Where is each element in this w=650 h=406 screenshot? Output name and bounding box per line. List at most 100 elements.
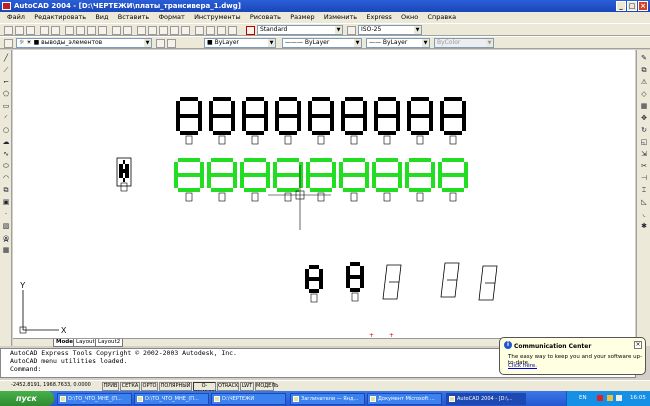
spline-icon[interactable]: ∿	[2, 150, 10, 158]
mirror-icon[interactable]: ⚠	[640, 78, 648, 86]
extend-icon[interactable]: ⊣	[640, 174, 648, 182]
lineweight-select[interactable]: —— ByLayer ▼	[366, 38, 430, 48]
new-icon[interactable]	[4, 26, 13, 35]
array-icon[interactable]: ▦	[640, 102, 648, 110]
rotate-icon[interactable]: ↻	[640, 126, 648, 134]
taskbar-item[interactable]: D:\ТО_ЧТО_МНЕ_(П...	[134, 393, 209, 405]
menu-format[interactable]: Формат	[158, 12, 184, 23]
layer-select[interactable]: ☼ ☀ ■ выводы_элементов ▼	[16, 38, 152, 48]
menu-help[interactable]: Справка	[428, 12, 457, 23]
text-style-select[interactable]: Standard ▼	[257, 25, 343, 35]
menu-draw[interactable]: Рисовать	[250, 12, 281, 23]
open-icon[interactable]	[15, 26, 24, 35]
trim-icon[interactable]: ✂	[640, 162, 648, 170]
menu-file[interactable]: Файл	[7, 12, 25, 23]
preview-icon[interactable]	[51, 26, 60, 35]
otrack-toggle[interactable]: OTRACK	[217, 382, 239, 391]
tab-layout2[interactable]: Layout2	[95, 339, 124, 347]
rectangle-icon[interactable]: ▭	[2, 102, 10, 110]
menu-edit[interactable]: Редактировать	[34, 12, 86, 23]
language-indicator[interactable]: EN	[579, 395, 587, 401]
menu-window[interactable]: Окно	[401, 12, 418, 23]
taskbar-item[interactable]: Документ Microsoft ...	[367, 393, 442, 405]
dim-style-select[interactable]: ISO-25 ▼	[358, 25, 422, 35]
start-button[interactable]: пуск	[0, 391, 54, 406]
zoom-realtime-icon[interactable]	[159, 26, 168, 35]
osnap-toggle[interactable]: О-ПРИВЯЗКА	[193, 382, 222, 396]
snap-toggle[interactable]: ПРИВ	[102, 382, 119, 391]
fillet-icon[interactable]: ◟	[640, 210, 648, 218]
tool-palettes-icon[interactable]	[217, 26, 226, 35]
stretch-icon[interactable]: ⇲	[640, 150, 648, 158]
tray-icon[interactable]	[616, 395, 622, 401]
chamfer-icon[interactable]: ◺	[640, 198, 648, 206]
tray-icon[interactable]	[607, 395, 613, 401]
lwt-toggle[interactable]: LWT	[240, 382, 254, 391]
point-icon[interactable]: ·	[2, 210, 10, 218]
menu-express[interactable]: Express	[366, 12, 391, 23]
menu-tools[interactable]: Инструменты	[194, 12, 241, 23]
scale-icon[interactable]: ◱	[640, 138, 648, 146]
zoom-previous-icon[interactable]	[181, 26, 190, 35]
line-icon[interactable]: ╱	[2, 54, 10, 62]
erase-icon[interactable]: ✎	[640, 54, 648, 62]
polar-toggle[interactable]: ПОЛЯРНЫЙ	[159, 382, 192, 391]
coordinates-readout[interactable]: -2452.8191, 1968.7633, 0.0000	[2, 382, 100, 391]
taskbar-item[interactable]: D:\ЧЕРТЕЖИ	[211, 393, 286, 405]
save-icon[interactable]	[26, 26, 35, 35]
taskbar-item[interactable]: D:\ТО_ЧТО_МНЕ_(П...	[57, 393, 132, 405]
revcloud-icon[interactable]: ☁	[2, 138, 10, 146]
polyline-icon[interactable]: ⌐	[2, 78, 10, 86]
arc-icon[interactable]: ◜	[2, 114, 10, 122]
ellipse-arc-icon[interactable]: ◠	[2, 174, 10, 182]
menu-view[interactable]: Вид	[95, 12, 108, 23]
make-current-icon[interactable]	[156, 39, 165, 48]
communication-center-balloon[interactable]: i Communication Center × The easy way to…	[499, 337, 646, 375]
copy-icon[interactable]	[76, 26, 85, 35]
taskbar-item[interactable]: Заглинатели — Янд...	[290, 393, 365, 405]
hyperlink-icon[interactable]	[137, 26, 146, 35]
balloon-close-button[interactable]: ×	[634, 341, 642, 349]
dim-style-icon[interactable]	[347, 26, 356, 35]
drawing-svg[interactable]: + +YX	[13, 50, 635, 340]
paste-icon[interactable]	[87, 26, 96, 35]
construction-line-icon[interactable]: ⟋	[2, 66, 10, 74]
redo-icon[interactable]	[123, 26, 132, 35]
properties-icon[interactable]	[195, 26, 204, 35]
make-block-icon[interactable]: ▣	[2, 198, 10, 206]
design-center-icon[interactable]	[206, 26, 215, 35]
copy-object-icon[interactable]: ⧉	[640, 66, 648, 74]
offset-icon[interactable]: ◇	[640, 90, 648, 98]
insert-block-icon[interactable]: ⧉	[2, 186, 10, 194]
linetype-select[interactable]: ——— ByLayer ▼	[282, 38, 362, 48]
ortho-toggle[interactable]: ОРТО	[141, 382, 158, 391]
table-icon[interactable]: ▦	[2, 246, 10, 254]
help-icon[interactable]	[228, 26, 237, 35]
grid-toggle[interactable]: СЕТКА	[120, 382, 140, 391]
balloon-link[interactable]: Click here.	[508, 363, 537, 369]
match-props-icon[interactable]	[98, 26, 107, 35]
circle-icon[interactable]: ○	[2, 126, 10, 134]
tray-icon[interactable]	[597, 395, 603, 401]
break-icon[interactable]: ⌶	[640, 186, 648, 194]
pan-icon[interactable]	[148, 26, 157, 35]
move-icon[interactable]: ✥	[640, 114, 648, 122]
mtext-icon[interactable]: A	[2, 236, 10, 244]
undo-icon[interactable]	[112, 26, 121, 35]
taskbar-item-active[interactable]: AutoCAD 2004 - [D:\...	[446, 393, 526, 405]
zoom-window-icon[interactable]	[170, 26, 179, 35]
menu-insert[interactable]: Вставить	[118, 12, 149, 23]
explode-icon[interactable]: ✱	[640, 222, 648, 230]
maximize-button[interactable]: □	[627, 1, 637, 11]
menu-dimension[interactable]: Размер	[290, 12, 314, 23]
polygon-icon[interactable]: ⬠	[2, 90, 10, 98]
close-button[interactable]: ×	[638, 1, 648, 11]
menu-modify[interactable]: Изменить	[324, 12, 357, 23]
layer-manager-icon[interactable]	[4, 39, 13, 48]
color-select[interactable]: ■ ByLayer ▼	[204, 38, 276, 48]
hatch-icon[interactable]: ▧	[2, 222, 10, 230]
ellipse-icon[interactable]: ⬭	[2, 162, 10, 170]
cut-icon[interactable]	[65, 26, 74, 35]
minimize-button[interactable]: _	[616, 1, 626, 11]
text-style-icon[interactable]	[246, 26, 255, 35]
